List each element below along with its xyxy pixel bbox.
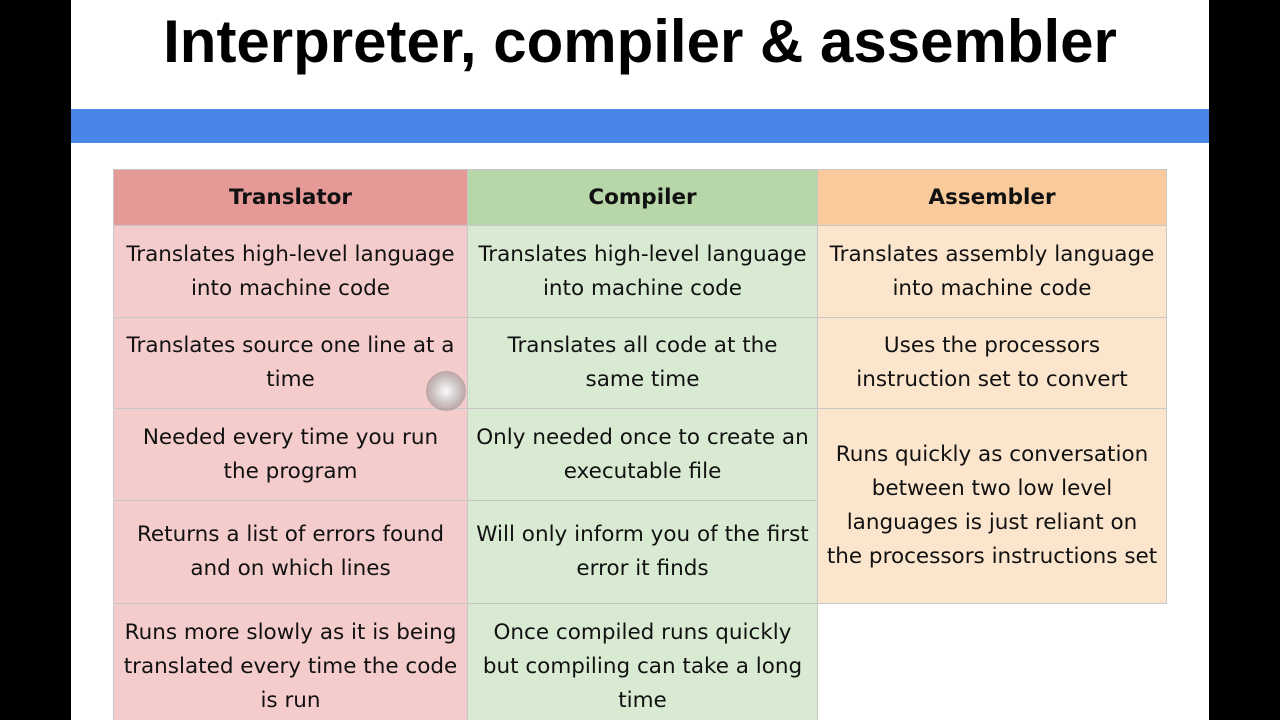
comparison-table: Translator Compiler Assembler Translates… [113, 169, 1167, 720]
compiler-cell: Translates high-level language into mach… [468, 226, 818, 318]
mouse-cursor-highlight [426, 371, 466, 411]
header-translator: Translator [113, 169, 468, 226]
translator-cell: Needed every time you run the program [113, 409, 468, 501]
assembler-cell: Translates assembly language into machin… [818, 226, 1167, 318]
translator-cell: Translates high-level language into mach… [113, 226, 468, 318]
compiler-cell: Will only inform you of the first error … [468, 501, 818, 604]
compiler-cell: Translates all code at the same time [468, 318, 818, 409]
slide-title: Interpreter, compiler & assembler [163, 8, 1117, 75]
translator-cell: Runs more slowly as it is being translat… [113, 604, 468, 720]
assembler-cell: Uses the processors instruction set to c… [818, 318, 1167, 409]
presentation-slide: Interpreter, compiler & assembler Transl… [71, 0, 1209, 720]
translator-cell: Returns a list of errors found and on wh… [113, 501, 468, 604]
header-assembler: Assembler [818, 169, 1167, 226]
compiler-cell: Once compiled runs quickly but compiling… [468, 604, 818, 720]
translator-cell: Translates source one line at a time [113, 318, 468, 409]
accent-bar [71, 109, 1209, 143]
assembler-cell: Runs quickly as conversation between two… [818, 409, 1167, 604]
header-compiler: Compiler [468, 169, 818, 226]
compiler-cell: Only needed once to create an executable… [468, 409, 818, 501]
